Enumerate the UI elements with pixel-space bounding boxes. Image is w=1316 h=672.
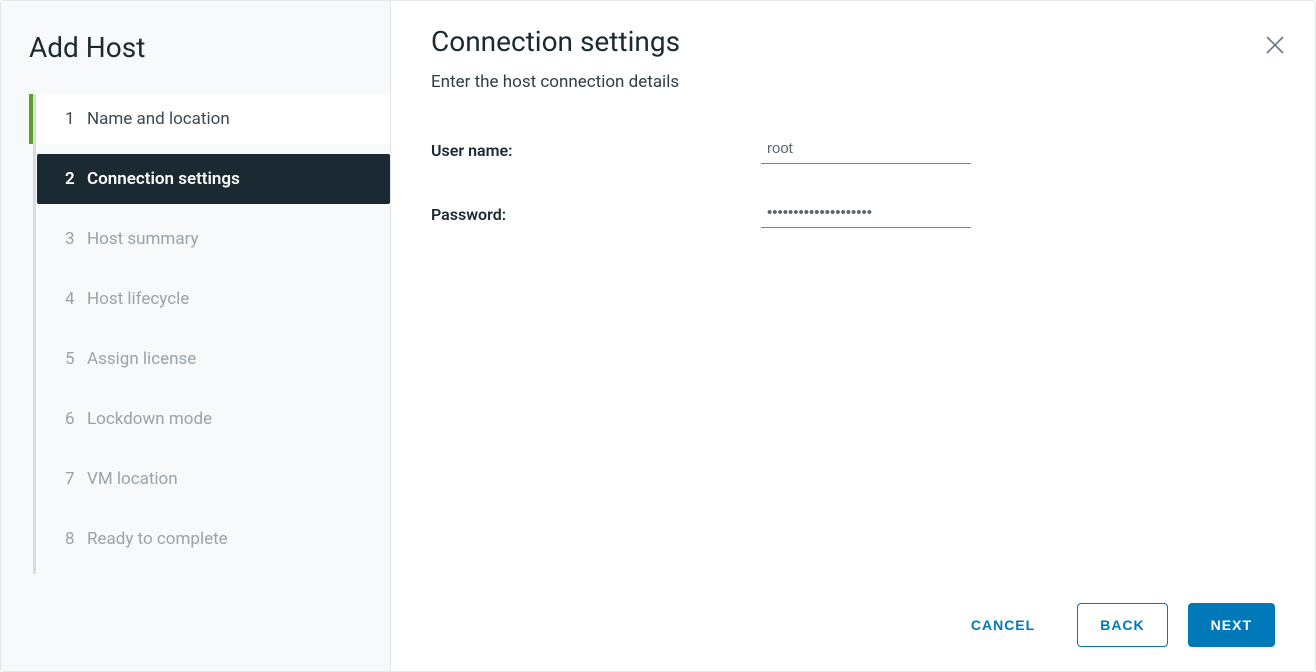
cancel-button[interactable]: CANCEL [949,603,1057,647]
step-label: Assign license [87,349,372,369]
step-ready-to-complete: 8 Ready to complete [37,514,390,564]
step-label: Host lifecycle [87,289,372,309]
close-icon [1263,33,1287,57]
back-button[interactable]: BACK [1077,603,1167,647]
wizard-content: Connection settings Enter the host conne… [391,1,1315,671]
username-label: User name: [431,141,761,160]
step-label: Ready to complete [87,529,372,549]
step-connection-settings[interactable]: 2 Connection settings [37,154,390,204]
step-assign-license: 5 Assign license [37,334,390,384]
password-row: Password: [431,200,1275,228]
wizard-title: Add Host [1,19,390,94]
step-number: 5 [65,349,87,369]
step-label: Name and location [87,109,372,129]
step-number: 7 [65,469,87,489]
step-host-summary: 3 Host summary [37,214,390,264]
step-number: 3 [65,229,87,249]
step-name-and-location[interactable]: 1 Name and location [37,94,390,144]
username-row: User name: [431,136,1275,164]
step-number: 6 [65,409,87,429]
wizard-steps: 1 Name and location 2 Connection setting… [1,94,390,574]
page-title: Connection settings [431,25,1275,58]
steps-progress-line [33,94,36,574]
next-button[interactable]: NEXT [1188,603,1275,647]
wizard-footer: CANCEL BACK NEXT [431,583,1275,647]
page-subtitle: Enter the host connection details [431,72,1275,92]
step-number: 8 [65,529,87,549]
password-input[interactable] [761,200,971,228]
step-label: Lockdown mode [87,409,372,429]
step-number: 2 [65,169,87,189]
step-lockdown-mode: 6 Lockdown mode [37,394,390,444]
step-label: Host summary [87,229,372,249]
step-number: 1 [65,109,87,129]
password-label: Password: [431,205,761,224]
wizard-sidebar: Add Host 1 Name and location 2 Connectio… [1,1,391,671]
step-number: 4 [65,289,87,309]
add-host-wizard: Add Host 1 Name and location 2 Connectio… [0,0,1316,672]
close-button[interactable] [1263,33,1287,57]
step-host-lifecycle: 4 Host lifecycle [37,274,390,324]
step-label: VM location [87,469,372,489]
username-input[interactable] [761,136,971,164]
step-label: Connection settings [87,169,372,189]
step-vm-location: 7 VM location [37,454,390,504]
